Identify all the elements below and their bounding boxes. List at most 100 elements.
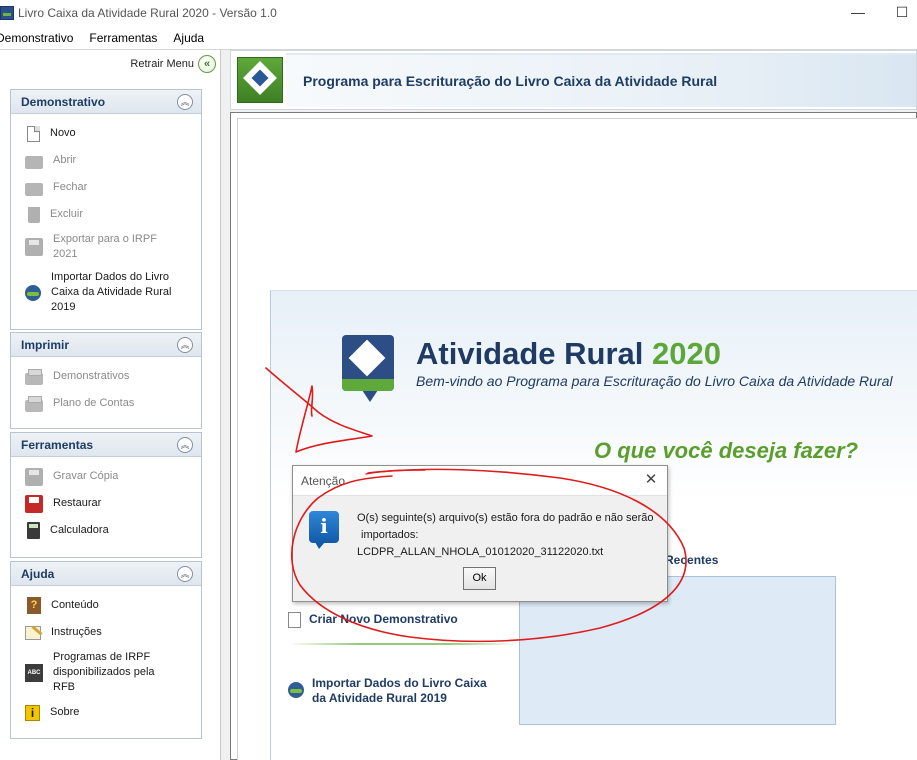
- welcome-title-main: Atividade Rural: [416, 336, 652, 371]
- sidebar-item-sobre[interactable]: i Sobre: [11, 699, 201, 726]
- sidebar-item-label: Importar Dados do Livro Caixa da Ativida…: [51, 271, 172, 313]
- close-folder-icon: [25, 182, 43, 196]
- sidebar-item-label: Exportar para o IRPF 2021: [53, 233, 157, 260]
- section-header-ferramentas[interactable]: Ferramentas ︽: [11, 433, 201, 457]
- maximize-button[interactable]: ☐: [892, 4, 912, 22]
- information-icon: i: [309, 511, 339, 549]
- header-title: Programa para Escrituração do Livro Caix…: [303, 73, 718, 89]
- export-icon: [25, 238, 43, 256]
- section-title: Demonstrativo: [21, 94, 106, 109]
- collapse-left-icon[interactable]: «: [198, 55, 216, 73]
- chevron-up-icon[interactable]: ︽: [177, 436, 193, 453]
- dialog-title: Atenção: [301, 473, 346, 488]
- sidebar-item-exportar[interactable]: Exportar para o IRPF 2021: [11, 228, 201, 266]
- printer-icon: [25, 368, 43, 385]
- menu-demonstrativo[interactable]: Demonstrativo: [0, 31, 73, 45]
- chevron-up-icon[interactable]: ︽: [177, 336, 193, 353]
- sidebar-item-restaurar[interactable]: Restaurar: [11, 490, 201, 517]
- section-title: Imprimir: [21, 337, 70, 352]
- trash-icon: [28, 206, 40, 223]
- dialog-filename: LCDPR_ALLAN_NHOLA_01012020_31122020.txt: [357, 546, 604, 558]
- sidebar-item-importar[interactable]: Importar Dados do Livro Caixa da Ativida…: [11, 266, 201, 319]
- sidebar-item-label: Calculadora: [50, 524, 109, 536]
- rural-logo-icon: [288, 682, 304, 698]
- sidebar-item-label: Restaurar: [53, 497, 102, 509]
- welcome-question: O que você deseja fazer?: [594, 438, 859, 463]
- welcome-title-year: 2020: [652, 336, 721, 371]
- section-ferramentas: Ferramentas ︽ Gravar Cópia Restaurar Cal…: [10, 432, 202, 558]
- retrair-menu[interactable]: Retrair Menu «: [130, 54, 216, 74]
- menu-ferramentas[interactable]: Ferramentas: [89, 31, 157, 45]
- section-ajuda: Ajuda ︽ ? Conteúdo Instruções ABC Progra…: [10, 561, 202, 739]
- sidebar-item-gravar-copia[interactable]: Gravar Cópia: [11, 463, 201, 490]
- help-book-icon: ?: [27, 597, 41, 614]
- panel-splitter[interactable]: [223, 50, 229, 760]
- welcome-title: Atividade Rural 2020: [416, 336, 721, 372]
- sidebar-item-demonstrativos[interactable]: Demonstrativos: [11, 363, 201, 390]
- info-icon: i: [25, 704, 40, 721]
- import-label-line2: da Atividade Rural 2019: [312, 691, 447, 705]
- sidebar-item-label: Gravar Cópia: [53, 470, 119, 482]
- receita-logo-icon: [237, 57, 283, 103]
- sidebar-item-novo[interactable]: Novo: [11, 120, 201, 147]
- header-band: Programa para Escrituração do Livro Caix…: [230, 50, 917, 110]
- dialog-message-line1: O(s) seguinte(s) arquivo(s) estão fora d…: [357, 512, 654, 524]
- sidebar-item-excluir[interactable]: Excluir: [11, 201, 201, 228]
- sidebar-item-label: Excluir: [50, 208, 84, 220]
- sidebar-item-label: Demonstrativos: [53, 370, 130, 382]
- sidebar-item-fechar[interactable]: Fechar: [11, 174, 201, 201]
- import-data-link[interactable]: Importar Dados do Livro Caixa da Ativida…: [288, 676, 487, 706]
- window-titlebar: Livro Caixa da Atividade Rural 2020 - Ve…: [0, 0, 917, 26]
- open-folder-icon: [25, 155, 43, 169]
- save-icon: [25, 467, 43, 486]
- restore-icon: [25, 494, 43, 513]
- dialog-message: O(s) seguinte(s) arquivo(s) estão fora d…: [357, 510, 654, 561]
- printer-icon: [25, 395, 43, 412]
- sidebar-item-label: Sobre: [50, 706, 80, 718]
- section-title: Ajuda: [21, 566, 55, 581]
- chevron-up-icon[interactable]: ︽: [177, 565, 193, 582]
- sidebar-item-label: Fechar: [53, 181, 88, 193]
- atividade-rural-logo-icon: [342, 335, 394, 402]
- sidebar-item-label: Plano de Contas: [53, 397, 135, 409]
- chevron-up-icon[interactable]: ︽: [177, 93, 193, 110]
- import-label: Importar Dados do Livro Caixa da Ativida…: [312, 676, 487, 706]
- section-header-ajuda[interactable]: Ajuda ︽: [11, 562, 201, 586]
- close-icon[interactable]: ✕: [643, 472, 659, 488]
- create-new-label: Criar Novo Demonstrativo: [309, 612, 458, 626]
- sidebar-item-conteudo[interactable]: ? Conteúdo: [11, 592, 201, 619]
- attention-dialog: Atenção ✕ i O(s) seguinte(s) arquivo(s) …: [292, 465, 668, 602]
- app-icon: [0, 6, 14, 20]
- sidebar-item-label: Novo: [50, 127, 76, 139]
- create-new-demonstrativo-link[interactable]: Criar Novo Demonstrativo: [288, 612, 458, 628]
- divider: [288, 643, 518, 645]
- dialog-message-line2: importados:: [361, 529, 419, 541]
- ok-button[interactable]: Ok: [463, 567, 496, 590]
- new-document-icon: [27, 125, 40, 142]
- menu-ajuda[interactable]: Ajuda: [173, 31, 204, 45]
- instructions-icon: [25, 625, 41, 640]
- window-title: Livro Caixa da Atividade Rural 2020 - Ve…: [18, 6, 277, 20]
- abc-icon: ABC: [25, 663, 43, 682]
- sidebar-item-label: Abrir: [53, 154, 77, 166]
- sidebar-item-instrucoes[interactable]: Instruções: [11, 619, 201, 646]
- sidebar-item-plano-de-contas[interactable]: Plano de Contas: [11, 390, 201, 417]
- sidebar-item-calculadora[interactable]: Calculadora: [11, 517, 201, 544]
- sidebar-item-label: Instruções: [51, 626, 102, 638]
- import-label-line1: Importar Dados do Livro Caixa: [312, 676, 487, 690]
- section-title: Ferramentas: [21, 437, 94, 452]
- new-document-icon: [288, 612, 301, 628]
- section-imprimir: Imprimir ︽ Demonstrativos Plano de Conta…: [10, 332, 202, 429]
- sidebar-item-label: Conteúdo: [51, 599, 99, 611]
- welcome-subtitle: Bem-vindo ao Programa para Escrituração …: [416, 373, 893, 389]
- section-header-imprimir[interactable]: Imprimir ︽: [11, 333, 201, 357]
- section-demonstrativo: Demonstrativo ︽ Novo Abrir Fechar Exclui…: [10, 89, 202, 330]
- rural-logo-icon: [25, 284, 41, 301]
- section-header-demonstrativo[interactable]: Demonstrativo ︽: [11, 90, 201, 114]
- sidebar-item-abrir[interactable]: Abrir: [11, 147, 201, 174]
- minimize-button[interactable]: —: [848, 4, 868, 22]
- sidebar-item-programas-irpf[interactable]: ABC Programas de IRPF disponibilizados p…: [11, 646, 201, 699]
- sidebar-item-label: Programas de IRPF disponibilizados pela …: [53, 651, 155, 693]
- menu-bar: Demonstrativo Ferramentas Ajuda: [0, 26, 917, 50]
- retrair-menu-label: Retrair Menu: [130, 58, 194, 70]
